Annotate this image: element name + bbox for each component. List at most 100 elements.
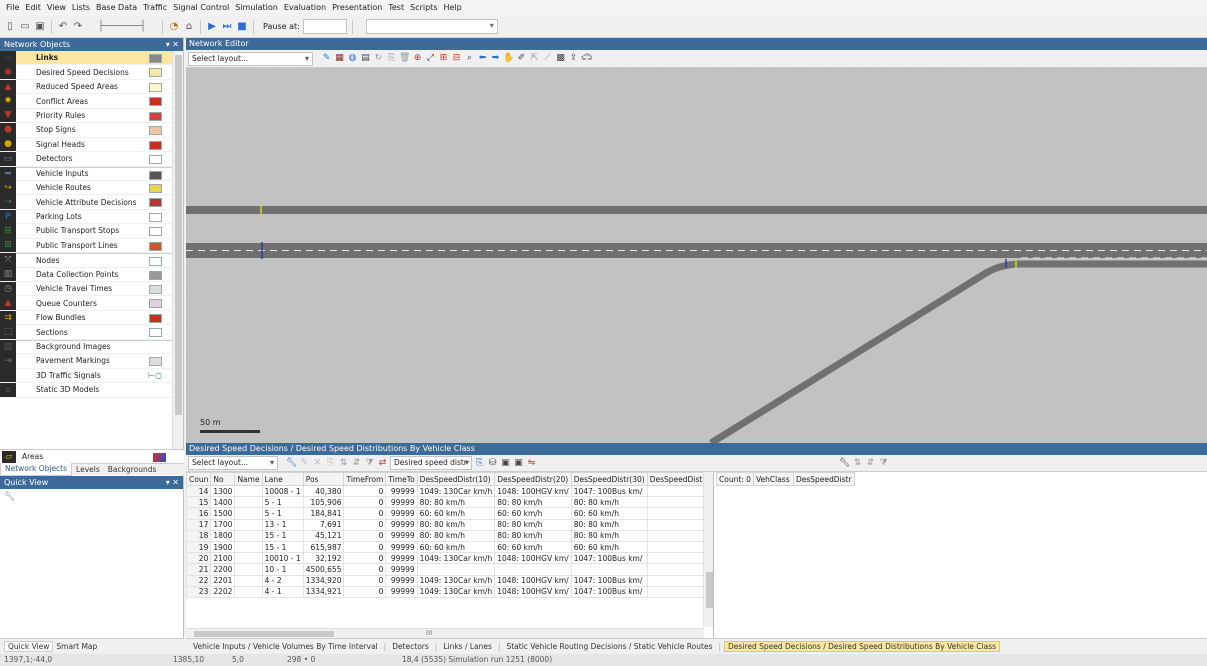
database-icon[interactable]: ⛁ [487,458,498,469]
table-cell[interactable]: 1049: 130Car km/h [416,574,496,587]
table-cell[interactable]: 22 [186,574,212,587]
measure-icon[interactable]: ⟋ [542,53,553,64]
column-header[interactable]: Coun [186,472,212,486]
table-cell[interactable] [234,518,263,531]
copy-icon[interactable]: ⎘ [474,458,485,469]
table-cell[interactable]: 18 [186,529,212,542]
table-cell[interactable]: 99999 [385,518,418,531]
table-cell[interactable] [234,496,263,509]
filter-icon[interactable]: ⧩ [878,458,889,469]
visibility-swatch[interactable] [149,257,162,267]
menu-edit[interactable]: Edit [22,0,44,16]
delete-icon[interactable]: ✕ [312,458,323,469]
table-cell[interactable]: 1047: 100Bus km/ [570,484,648,498]
table-cell[interactable]: 1500 [210,507,236,520]
table-cell[interactable]: 7,691 [302,518,345,531]
table-cell[interactable]: 40,380 [302,484,345,498]
back-icon[interactable]: ⬅ [477,53,488,64]
tab-network-objects[interactable]: Network Objects [0,463,73,476]
table-cell[interactable]: 1049: 130Car km/h [416,484,496,498]
table-cell[interactable]: 14 [186,484,212,498]
network-object-pavement-markings[interactable]: ⇥ Pavement Markings [0,353,172,369]
table-cell[interactable]: 60: 60 km/h [570,507,648,520]
sort-ascending-icon[interactable]: ⇅ [852,458,863,469]
network-object-nodes[interactable]: ⤧ Nodes [0,253,172,268]
table-cell[interactable]: 99999 [385,540,418,554]
table-cell[interactable]: 4 - 2 [261,574,304,587]
table-cell[interactable]: 1300 [210,484,236,498]
table-row[interactable]: 15 1400 5 - 1 105,906 0 99999 80: 80 km/h 80: 8… [186,496,713,509]
table-cell[interactable]: 1900 [210,540,236,554]
table-cell[interactable]: 0 [343,574,387,587]
table-cell[interactable]: 19 [186,540,212,554]
tab-smart-map[interactable]: Smart Map [53,642,100,651]
column-header[interactable]: DesSpeedDistr(30) [570,472,648,486]
table-cell[interactable]: 10008 - 1 [261,484,304,498]
network-object-sections[interactable]: ⬚ Sections [0,325,172,340]
menu-lists[interactable]: Lists [69,0,93,16]
globe-icon[interactable]: ◍ [347,53,358,64]
pause-at-input[interactable] [302,19,347,34]
step-icon[interactable]: ⏭ [221,21,233,33]
tab-levels[interactable]: Levels [72,464,104,476]
table-cell[interactable]: 60: 60 km/h [494,540,572,554]
table-cell[interactable]: 80: 80 km/h [494,496,572,509]
areas-swatch[interactable] [153,453,166,462]
table-cell[interactable]: 0 [343,507,387,520]
network-object-parking-lots[interactable]: P Parking Lots [0,209,172,225]
sort-ascending-icon[interactable]: ⇅ [338,458,349,469]
visibility-swatch[interactable] [149,140,162,150]
network-object-conflict-areas[interactable]: ✸ Conflict Areas [0,94,172,109]
table-cell[interactable]: 99999 [385,484,418,498]
zoom-window-icon[interactable]: ⊕ [412,53,423,64]
table-cell[interactable]: 1047: 100Bus km/ [570,574,648,587]
menu-file[interactable]: File [3,0,22,16]
table-cell[interactable]: 80: 80 km/h [570,529,648,542]
scrollbar-thumb[interactable] [194,631,334,637]
table-cell[interactable]: 1334,920 [302,574,345,587]
table-cell[interactable] [416,563,496,576]
table-cell[interactable]: 21 [186,563,212,576]
table-cell[interactable]: 0 [343,484,387,498]
document-tab[interactable]: Desired Speed Decisions / Desired Speed … [724,641,1001,652]
visibility-swatch[interactable] [149,54,162,63]
table-cell[interactable]: 1334,921 [302,585,345,598]
table-cell[interactable] [234,585,263,598]
table-row[interactable]: 21 2200 10 - 1 4500,655 0 99999 [186,563,713,576]
table-cell[interactable] [234,574,263,587]
stop-icon[interactable]: ■ [236,21,248,33]
column-header[interactable]: DesSpeedDistr [792,472,855,486]
table-row[interactable]: 16 1500 5 - 1 184,841 0 99999 60: 60 km/h 60: 6… [186,507,713,520]
network-object-static-3d-models[interactable]: ⌂ Static 3D Models [0,382,172,398]
new-file-icon[interactable]: ▯ [4,21,16,33]
network-object-stop-signs[interactable]: ⬣ Stop Signs [0,122,172,138]
play-icon[interactable]: ▶ [206,21,218,33]
table-cell[interactable]: 184,841 [302,507,345,520]
table-cell[interactable]: 0 [343,518,387,531]
page-icon[interactable]: ▤ [360,53,371,64]
document-tab[interactable]: Static Vehicle Routing Decisions / Stati… [503,642,715,651]
table-cell[interactable]: 99999 [385,552,418,565]
table-cell[interactable]: 80: 80 km/h [416,529,496,542]
visibility-swatch[interactable] [149,227,162,237]
zoom-fit-icon[interactable]: ⤢ [425,53,436,64]
column-header[interactable]: Lane [261,472,304,486]
duplicate-icon[interactable]: ⎘ [325,458,336,469]
column-header[interactable]: TimeFrom [343,472,387,486]
table-cell[interactable]: 99999 [385,585,418,598]
visibility-swatch[interactable] [149,183,162,193]
zoom-in-icon[interactable]: ⊞ [438,53,449,64]
network-object-reduced-speed-areas[interactable]: ▲ Reduced Speed Areas [0,79,172,95]
table-cell[interactable]: 1048: 100HGV km/ [494,484,572,498]
network-object-vehicle-attribute-decisions[interactable]: ⇢ Vehicle Attribute Decisions [0,195,172,210]
table-cell[interactable]: 99999 [385,496,418,509]
table-cell[interactable]: 80: 80 km/h [416,496,496,509]
visibility-swatch[interactable] [149,241,162,251]
table-row[interactable]: 22 2201 4 - 2 1334,920 0 99999 1049: 130Car km… [186,574,713,587]
table-cell[interactable]: 60: 60 km/h [570,540,648,554]
column-header[interactable]: Count: 0 [716,472,754,486]
table-cell[interactable]: 2202 [210,585,236,598]
table-cell[interactable]: 0 [343,585,387,598]
table-cell[interactable]: 2100 [210,552,236,565]
export-icon[interactable]: ⇪ [568,53,579,64]
